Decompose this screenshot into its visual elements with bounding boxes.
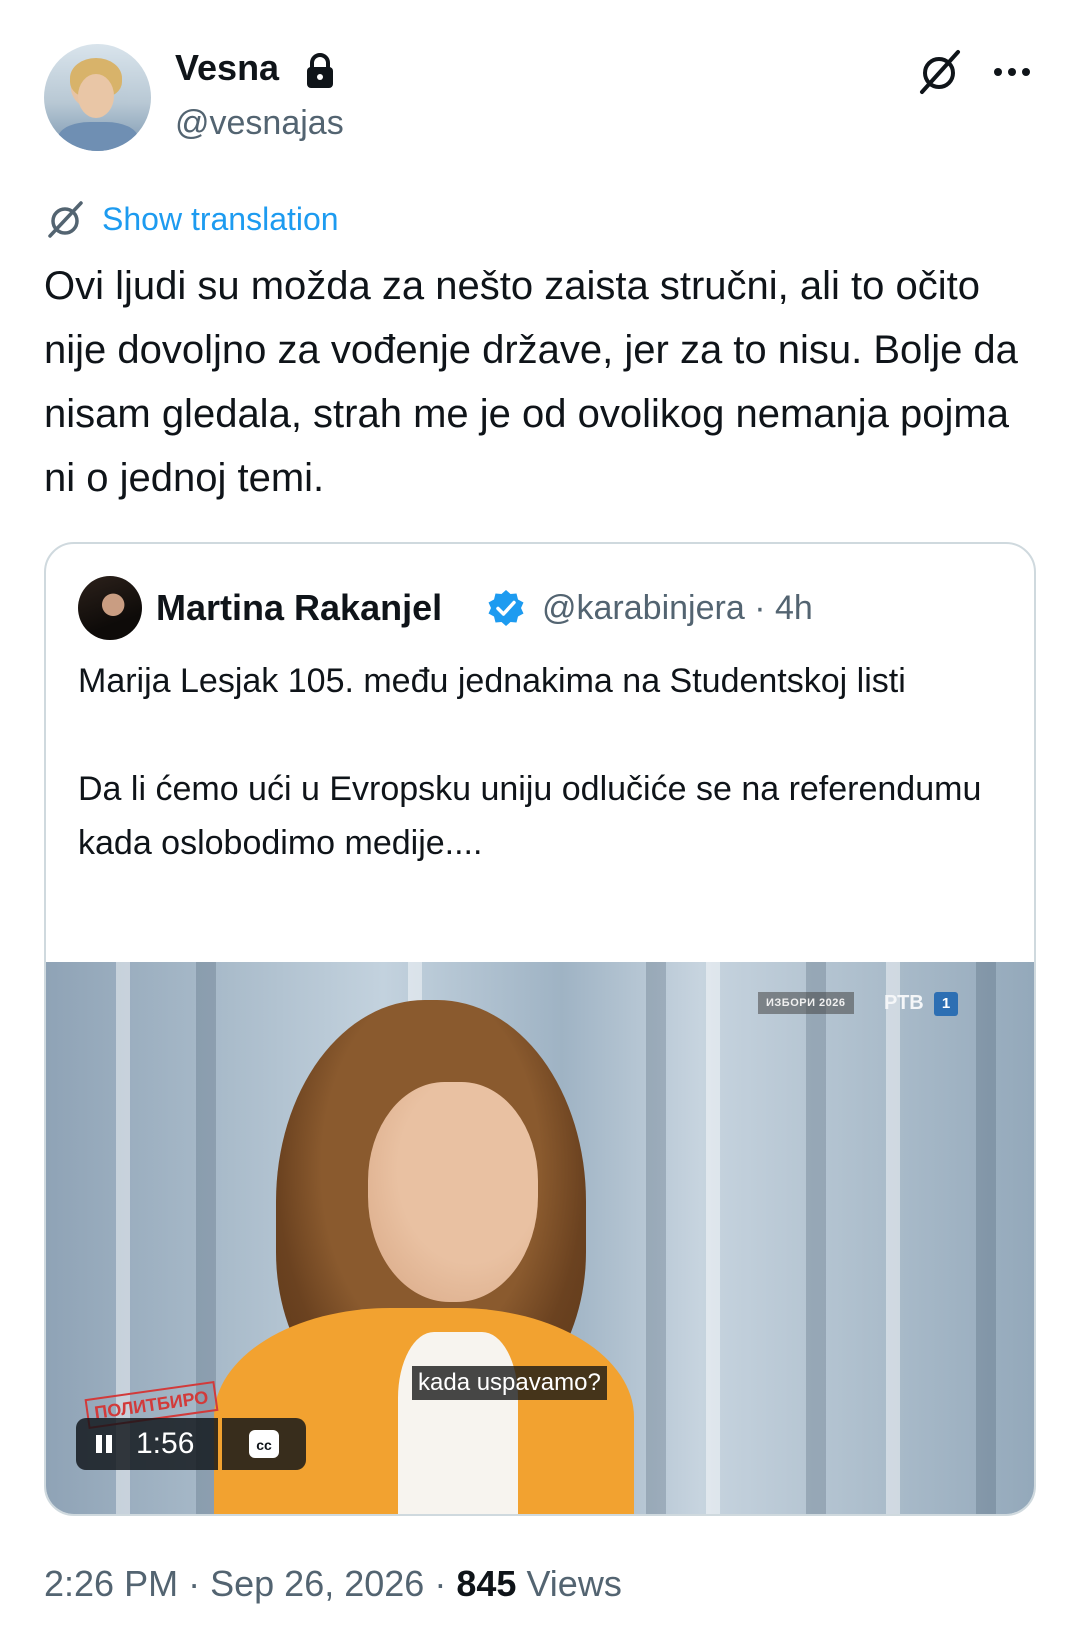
tweet-footer: 2:26 PM · Sep 26, 2026 · 845 Views — [44, 1562, 622, 1606]
quoted-tweet-card[interactable]: Martina Rakanjel @karabinjera · 4h Marij… — [44, 542, 1036, 1516]
quoted-author-display-name[interactable]: Martina Rakanjel — [156, 586, 442, 630]
quoted-tweet-text: Marija Lesjak 105. među jednakima na Stu… — [78, 662, 982, 862]
views-label: Views — [526, 1563, 622, 1604]
quoted-meta: @karabinjera · 4h — [542, 586, 813, 630]
author-avatar[interactable] — [44, 44, 151, 151]
more-icon[interactable] — [988, 50, 1036, 94]
captions-button[interactable]: cc — [222, 1418, 306, 1470]
video-player[interactable]: ИЗБОРИ 2026 РТВ 1 kada uspavamo? ПОЛИТБИ… — [46, 962, 1034, 1514]
tweet-text: Ovi ljudi su možda za nešto zaista struč… — [44, 264, 1018, 500]
grok-icon[interactable] — [914, 46, 964, 96]
cc-icon: cc — [249, 1430, 279, 1458]
lock-icon — [307, 53, 333, 88]
pause-icon — [96, 1435, 112, 1453]
broadcast-badge: ИЗБОРИ 2026 — [758, 992, 854, 1014]
verified-icon — [488, 590, 524, 626]
author-display-name[interactable]: Vesna — [175, 46, 279, 90]
quoted-author-handle[interactable]: @karabinjera — [542, 589, 745, 627]
quoted-timestamp[interactable]: 4h — [775, 589, 813, 627]
quoted-author-avatar[interactable] — [78, 576, 142, 640]
translate-icon — [48, 201, 83, 238]
tweet-detail: Vesna @vesnajas Show translation Ovi lju… — [0, 0, 1080, 1641]
meta-separator: · — [754, 589, 766, 627]
video-duration: 1:56 — [136, 1427, 195, 1460]
channel-number: 1 — [934, 992, 958, 1016]
tweet-date[interactable]: Sep 26, 2026 — [210, 1563, 424, 1604]
footer-separator: · — [188, 1563, 201, 1604]
channel-logo: РТВ — [884, 992, 924, 1014]
show-translation-link[interactable]: Show translation — [102, 199, 339, 239]
views-count: 845 — [456, 1563, 517, 1604]
svg-text:cc: cc — [256, 1437, 272, 1453]
footer-separator: · — [434, 1563, 447, 1604]
tweet-time[interactable]: 2:26 PM — [44, 1563, 178, 1604]
play-pause-button[interactable]: 1:56 — [76, 1418, 218, 1470]
video-subtitle: kada uspavamo? — [412, 1366, 607, 1400]
author-handle[interactable]: @vesnajas — [175, 102, 344, 144]
